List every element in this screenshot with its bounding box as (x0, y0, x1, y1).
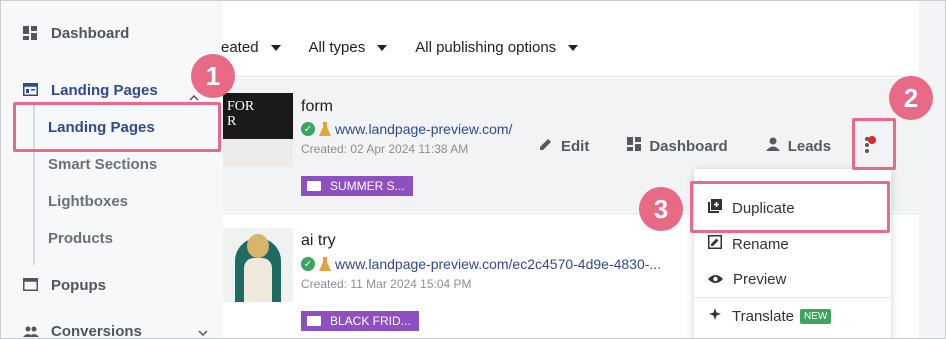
edit-button[interactable]: Edit (539, 137, 589, 155)
url-line: ✓ www.landpage-preview.com/ec2c4570-4d9e… (301, 256, 661, 272)
chevron-down-icon (198, 323, 208, 338)
filter-created[interactable]: eated (221, 39, 281, 56)
dashboard-label: Dashboard (649, 137, 728, 155)
filter-types[interactable]: All types (309, 39, 388, 56)
sidebar: Dashboard Landing Pages Landing Pages Sm… (1, 1, 223, 339)
group-tag[interactable]: SUMMER S... (301, 176, 413, 196)
page-title[interactable]: form (301, 98, 333, 116)
sidebar-item-popups[interactable]: Popups (23, 277, 106, 294)
sidebar-item-label: Dashboard (51, 25, 130, 42)
filter-publishing-label: All publishing options (415, 39, 557, 56)
page-url-link[interactable]: www.landpage-preview.com/ec2c4570-4d9e-4… (335, 256, 661, 272)
created-date: Created: 02 Apr 2024 11:38 AM (301, 142, 469, 156)
created-date: Created: 11 Mar 2024 15:04 PM (301, 277, 472, 291)
sidebar-item-products[interactable]: Products (48, 230, 113, 247)
menu-item-label: Preview (733, 271, 787, 288)
thumbnail-text: FOR R (227, 99, 255, 129)
sidebar-item-label: Popups (51, 277, 106, 294)
new-badge: NEW (799, 308, 832, 324)
flask-icon (319, 257, 331, 271)
folder-icon (307, 316, 321, 326)
menu-item-preview[interactable]: Preview (708, 271, 786, 288)
flask-icon (319, 122, 331, 136)
caret-down-icon (270, 44, 281, 51)
dashboard-icon (627, 137, 642, 155)
highlight-box-2 (852, 118, 896, 170)
annotation-badge-3: 3 (639, 187, 683, 231)
sidebar-item-dashboard[interactable]: Dashboard (23, 25, 129, 42)
menu-divider (694, 297, 891, 298)
rename-icon (708, 235, 722, 253)
people-icon (23, 324, 39, 339)
sparkle-icon (708, 307, 722, 325)
highlight-box-3 (690, 181, 890, 233)
sidebar-item-landing-pages-group[interactable]: Landing Pages (23, 82, 158, 99)
filter-types-label: All types (308, 39, 366, 56)
filter-created-label: eated (221, 39, 259, 56)
menu-item-translate[interactable]: Translate NEW (708, 307, 832, 325)
menu-item-label: Translate (732, 307, 794, 325)
person-icon (765, 137, 780, 155)
filter-bar: eated All types All publishing options (221, 19, 919, 77)
page-url-link[interactable]: www.landpage-preview.com/ (335, 121, 512, 137)
menu-item-label: Rename (732, 235, 789, 253)
filter-publishing[interactable]: All publishing options (415, 39, 579, 56)
url-line: ✓ www.landpage-preview.com/ (301, 121, 512, 137)
caret-down-icon (377, 44, 388, 51)
menu-item-rename[interactable]: Rename (708, 235, 789, 253)
tag-label: BLACK FRID... (330, 314, 411, 328)
row-actions: Edit Dashboard Leads (539, 136, 869, 156)
landing-page-icon (23, 82, 39, 99)
sidebar-item-conversions[interactable]: Conversions (23, 323, 208, 339)
leads-button[interactable]: Leads (765, 137, 832, 155)
caret-down-icon (568, 44, 579, 51)
app-frame: Dashboard Landing Pages Landing Pages Sm… (0, 0, 946, 339)
published-check-icon: ✓ (301, 257, 315, 271)
folder-icon (307, 181, 321, 191)
annotation-badge-2: 2 (889, 76, 933, 120)
highlight-box-1 (13, 102, 221, 152)
tag-label: SUMMER S... (330, 179, 405, 193)
sidebar-item-label: Conversions (51, 323, 142, 339)
page-thumbnail: FOR R (223, 93, 293, 167)
leads-label: Leads (787, 137, 832, 155)
edit-label: Edit (561, 137, 590, 155)
dashboard-button[interactable]: Dashboard (627, 137, 728, 155)
annotation-badge-1: 1 (191, 54, 235, 98)
page-thumbnail (223, 228, 293, 302)
page-title[interactable]: ai try (301, 232, 336, 250)
pencil-icon (539, 137, 553, 155)
eye-icon (708, 271, 723, 288)
popup-icon (23, 277, 39, 294)
sidebar-item-lightboxes[interactable]: Lightboxes (48, 193, 128, 210)
sidebar-item-smart-sections[interactable]: Smart Sections (48, 156, 157, 173)
dashboard-icon (23, 25, 39, 42)
sidebar-item-label: Landing Pages (51, 82, 158, 99)
group-tag[interactable]: BLACK FRID... (301, 311, 419, 331)
published-check-icon: ✓ (301, 122, 315, 136)
